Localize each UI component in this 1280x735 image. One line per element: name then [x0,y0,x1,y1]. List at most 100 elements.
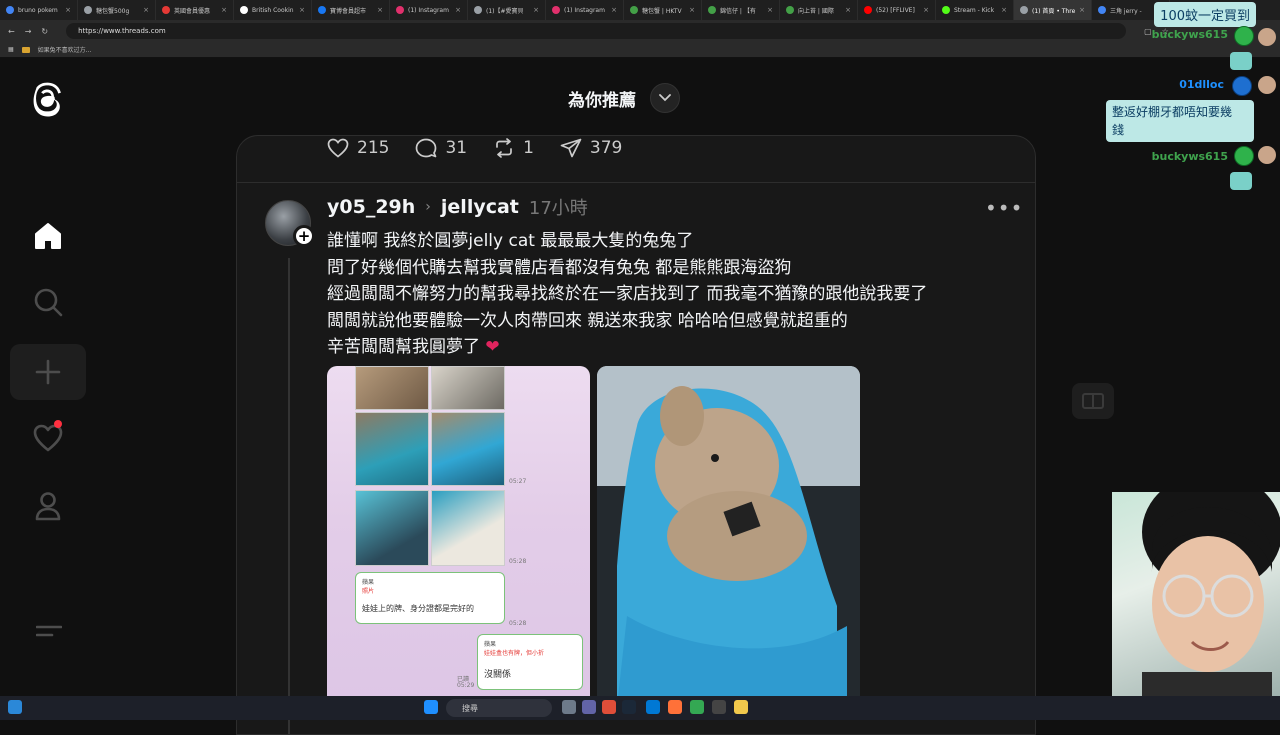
browser-tab[interactable]: (1) Instagram × [390,0,468,20]
browser-tab[interactable]: 錦信仔 | 【有 × [702,0,780,20]
post-username[interactable]: y05_29h [327,196,415,218]
share-button[interactable]: 379 [560,138,622,158]
streamer-webcam [1112,492,1280,696]
browser-tab[interactable]: Stream - Kick × [936,0,1014,20]
home-icon [35,223,61,249]
teams-icon[interactable] [582,700,596,714]
browser-tab[interactable]: 糖包蟹 | HKTV × [624,0,702,20]
chat-message-line: 錢 [1112,123,1125,137]
forward-arrow-icon[interactable]: → [25,27,32,36]
home-button[interactable] [10,208,86,264]
columns-icon [1082,393,1104,409]
close-icon[interactable]: × [1079,6,1085,14]
close-icon[interactable]: × [689,6,695,14]
chat-emote-icon [1230,172,1252,190]
tab-favicon-icon [162,6,170,14]
chat-username: buckyws615 [1151,150,1228,163]
reload-icon[interactable]: ↻ [41,27,48,36]
repost-count: 1 [523,138,534,158]
more-options-icon[interactable]: ••• [985,196,1023,220]
follow-plus-icon[interactable]: + [293,225,315,247]
search-button[interactable] [10,274,86,330]
task-view-icon[interactable] [562,700,576,714]
mail-icon[interactable] [646,700,660,714]
heart-icon [33,424,63,452]
tab-label: (1) Instagram [564,6,605,14]
close-icon[interactable]: × [533,6,539,14]
close-icon[interactable]: × [65,6,71,14]
taskbar-search[interactable]: 搜尋 [446,699,552,717]
file-explorer-icon[interactable] [734,700,748,714]
browser-tab[interactable]: (1)【#愛寶貝 × [468,0,546,20]
post-header: y05_29h › jellycat 17小時 [327,194,588,220]
tab-label: 英國會員優惠 [174,7,211,15]
close-icon[interactable]: × [845,6,851,14]
firefox-icon[interactable] [668,700,682,714]
close-icon[interactable]: × [221,6,227,14]
taskbar-search-label: 搜尋 [462,703,478,713]
browser-tab[interactable]: 寶博會員超市 × [312,0,390,20]
threads-logo-icon[interactable] [28,82,68,122]
subscriber-badge-icon [1234,146,1254,166]
tab-favicon-icon [552,6,560,14]
back-arrow-icon[interactable]: ← [8,27,15,36]
profile-button[interactable] [10,478,86,534]
windows-start-icon[interactable] [424,700,438,714]
close-icon[interactable]: × [377,6,383,14]
browser-tab[interactable]: (1) Instagram × [546,0,624,20]
widgets-icon[interactable] [8,700,22,714]
tab-favicon-icon [942,6,950,14]
threads-sidebar [0,58,94,696]
chevron-down-icon [659,94,671,102]
browser-tab[interactable]: bruno pokem × [0,0,78,20]
close-icon[interactable]: × [299,6,305,14]
browser-tab[interactable]: 英國會員優惠 × [156,0,234,20]
close-icon[interactable]: × [611,6,617,14]
column-toggle-button[interactable] [1072,383,1114,419]
url-input[interactable]: https://www.threads.com [66,23,1127,39]
chat-bubble-sent: 蘋果 娃娃盒也有牌，但小折 沒關係 [477,634,583,690]
close-icon[interactable]: × [1001,6,1007,14]
post-line: 誰懂啊 我終於圓夢jelly cat 最最最大隻的兔兔了 [327,231,694,251]
apps-grid-icon[interactable]: ▦ [8,46,14,53]
reply-button[interactable]: 31 [415,138,467,158]
share-count: 379 [589,138,623,158]
tab-label: (1) Instagram [408,6,449,14]
post-image-chat-screenshot[interactable]: 05:27 05:28 蘋果 照片 娃娃上的牌、身分證都是完好的 05:28 蘋… [327,366,590,706]
windows-taskbar: 搜尋 [0,696,1280,720]
close-icon[interactable]: × [455,6,461,14]
like-button[interactable]: 215 [327,138,389,158]
create-post-button[interactable] [10,344,86,400]
chrome-icon[interactable] [690,700,704,714]
member-badge-icon [1232,76,1252,96]
chrome-alt-icon[interactable] [602,700,616,714]
photo-thumb [431,412,505,486]
activity-button[interactable] [10,410,86,466]
repost-icon [496,138,512,158]
close-icon[interactable]: × [767,6,773,14]
feed-switcher-button[interactable] [650,83,680,113]
tab-label: British Cookin [252,6,294,14]
steam-icon[interactable] [622,700,636,714]
close-icon[interactable]: × [923,6,929,14]
browser-tab[interactable]: (1) 首頁 • Thre × [1014,0,1092,20]
msg-text: 沒關係 [484,670,512,680]
browser-tab[interactable]: 向上苔 | 國際 × [780,0,858,20]
comment-icon [416,138,437,158]
browser-tab[interactable]: 糖包蟹500g × [78,0,156,20]
chat-message: 100蚊一定買到 [1154,2,1256,27]
close-icon[interactable]: × [143,6,149,14]
plus-icon [35,359,61,385]
chat-message-line: 整返好棚牙都唔知要幾 [1112,105,1233,119]
page-title: 為你推薦 [568,90,636,111]
bookmark-item[interactable]: 如果兔不喜欢过方... [38,45,92,54]
browser-tab[interactable]: (52) [FFLIVE] × [858,0,936,20]
menu-icon[interactable] [36,624,62,638]
browser-tab[interactable]: British Cookin × [234,0,312,20]
tab-favicon-icon [396,6,404,14]
post-topic[interactable]: jellycat [441,196,519,218]
chat-avatar [1258,76,1276,94]
post-image-bunny-photo[interactable] [597,366,860,706]
app-icon[interactable] [712,700,726,714]
repost-button[interactable]: 1 [493,138,534,158]
